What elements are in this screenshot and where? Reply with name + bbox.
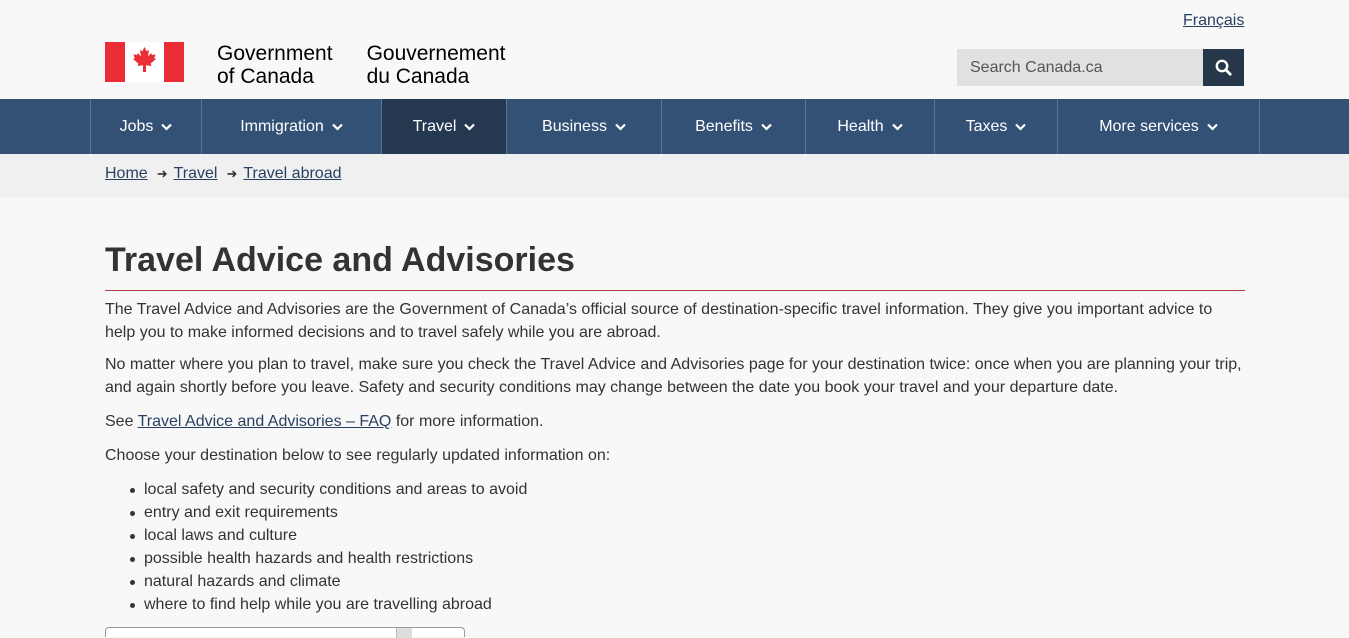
- search-icon: [1215, 59, 1232, 76]
- menu-item-label: Business: [542, 117, 607, 135]
- menu-item-immigration[interactable]: Immigration: [202, 99, 382, 154]
- arrow-right-icon: ➜: [156, 166, 168, 181]
- chevron-down-icon: [332, 123, 343, 131]
- menu-item-taxes[interactable]: Taxes: [935, 99, 1058, 154]
- info-list: local safety and security conditions and…: [130, 478, 1245, 616]
- brand-en-line1: Government: [217, 42, 333, 65]
- chevron-down-icon: [464, 123, 476, 131]
- menu-item-label: Taxes: [965, 117, 1008, 135]
- faq-prefix: See: [105, 413, 138, 430]
- faq-paragraph: See Travel Advice and Advisories – FAQ f…: [105, 410, 1245, 433]
- chevron-down-icon: [1015, 123, 1027, 131]
- site-search: [957, 49, 1244, 86]
- menu-item-health[interactable]: Health: [806, 99, 935, 154]
- list-item: natural hazards and climate: [130, 570, 1245, 593]
- chevron-down-icon: [615, 123, 626, 131]
- choose-destination-paragraph: Choose your destination below to see reg…: [105, 447, 611, 464]
- chevron-down-icon: [761, 123, 772, 131]
- faq-link[interactable]: Travel Advice and Advisories – FAQ: [138, 413, 392, 430]
- menu-item-label: Immigration: [240, 117, 324, 135]
- list-item: entry and exit requirements: [130, 501, 1245, 524]
- arrow-right-icon: ➜: [226, 166, 238, 181]
- menu-item-travel[interactable]: Travel: [382, 99, 507, 154]
- breadcrumb-home-link[interactable]: Home: [105, 165, 148, 183]
- canada-flag-icon: [105, 42, 184, 82]
- breadcrumb-travel-link[interactable]: Travel: [174, 165, 218, 183]
- intro-paragraph: The Travel Advice and Advisories are the…: [105, 301, 1213, 341]
- brand-fr-line1: Gouvernement: [366, 42, 506, 65]
- language-toggle-link[interactable]: Français: [1183, 12, 1244, 30]
- search-button[interactable]: [1203, 49, 1244, 86]
- check-twice-paragraph: No matter where you plan to travel, make…: [105, 356, 1242, 396]
- menu-item-benefits[interactable]: Benefits: [662, 99, 806, 154]
- menu-item-jobs[interactable]: Jobs: [91, 99, 202, 154]
- chevron-down-icon: [1207, 123, 1218, 131]
- chevron-down-icon: [161, 123, 173, 131]
- menu-item-label: Jobs: [119, 117, 154, 135]
- menu-item-label: Travel: [412, 117, 457, 135]
- government-of-canada-signature[interactable]: Government of Canada Gouvernement du Can…: [105, 42, 505, 88]
- search-input[interactable]: [957, 49, 1203, 86]
- menu-item-label: Benefits: [695, 117, 753, 135]
- brand-wordmark-french: Gouvernement du Canada: [367, 42, 506, 88]
- main-content: Travel Advice and Advisories The Travel …: [105, 240, 1245, 616]
- breadcrumb-travel-abroad-link[interactable]: Travel abroad: [243, 165, 341, 183]
- menu-item-more-services[interactable]: More services: [1058, 99, 1260, 154]
- list-item: local laws and culture: [130, 524, 1245, 547]
- list-item: possible health hazards and health restr…: [130, 547, 1245, 570]
- brand-fr-line2: du Canada: [366, 65, 470, 88]
- select-scroll-handle: [396, 628, 412, 638]
- list-item: local safety and security conditions and…: [130, 478, 1245, 501]
- menu-item-label: More services: [1099, 117, 1199, 135]
- faq-suffix: for more information.: [391, 413, 544, 430]
- destination-select[interactable]: [105, 627, 465, 638]
- brand-wordmark-english: Government of Canada: [217, 42, 333, 88]
- menu-item-business[interactable]: Business: [507, 99, 662, 154]
- menu-item-label: Health: [837, 117, 884, 135]
- page-title: Travel Advice and Advisories: [105, 240, 1245, 291]
- main-menu: Jobs Immigration Travel Business Benefit…: [0, 99, 1349, 154]
- chevron-down-icon: [891, 123, 903, 131]
- list-item: where to find help while you are travell…: [130, 593, 1245, 616]
- brand-en-line2: of Canada: [217, 65, 314, 88]
- breadcrumb: Home ➜ Travel ➜ Travel abroad: [0, 154, 1349, 198]
